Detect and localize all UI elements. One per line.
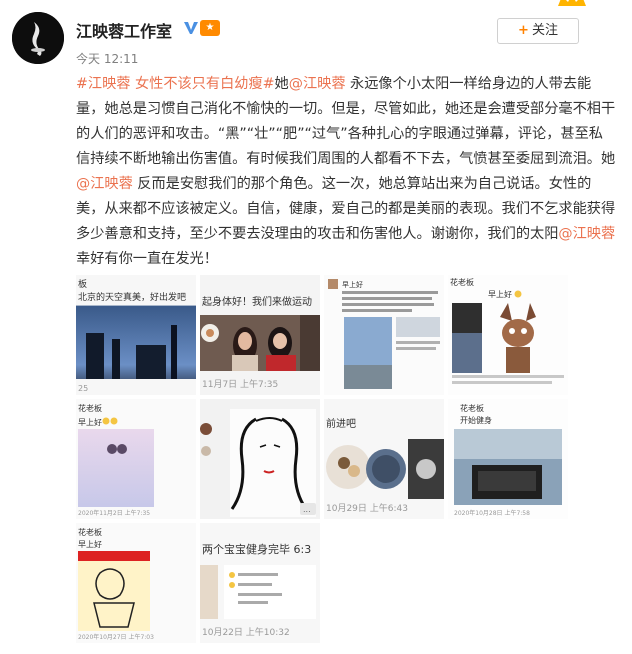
image5-caption: 早上好 bbox=[78, 417, 102, 427]
post-text-segment: 反而是安慰我们的那个角色。这一次，她总算站出来为自己说话。女性的美，从来都不应该… bbox=[76, 176, 616, 242]
post-image-9[interactable]: 花老板 早上好 2020年10月27日 上午7:03 bbox=[76, 523, 196, 643]
mention-link[interactable]: @江映蓉 bbox=[76, 176, 133, 192]
image9-caption: 早上好 bbox=[78, 539, 102, 549]
hashtag-link[interactable]: #江映蓉 女性不该只有白幼瘦# bbox=[76, 76, 275, 92]
image10-caption: 两个宝宝健身完毕 6:3 bbox=[202, 542, 311, 556]
svg-text:...: ... bbox=[303, 505, 311, 514]
post-paragraph: #江映蓉 女性不该只有白幼瘦#她@江映蓉 永远像个小太阳一样给身边的人带去能量，… bbox=[76, 72, 616, 272]
image1-caption: 北京的天空真美，好出发吧 bbox=[78, 291, 186, 303]
post-time: 今天 12:11 bbox=[76, 52, 139, 66]
image5-date: 2020年11月2日 上午7:35 bbox=[78, 509, 150, 517]
image10-date: 10月22日 上午10:32 bbox=[202, 626, 290, 638]
plus-icon: + bbox=[518, 23, 529, 38]
image1-nickname: 板 bbox=[78, 278, 87, 290]
image9-date: 2020年10月27日 上午7:03 bbox=[78, 633, 154, 641]
image9-nickname: 花老板 bbox=[78, 527, 102, 537]
post-text-segment: 她 bbox=[274, 76, 289, 92]
follow-label: 关注 bbox=[531, 23, 558, 38]
avatar[interactable] bbox=[12, 12, 64, 64]
image8-caption: 开始健身 bbox=[460, 415, 492, 425]
image4-nickname: 花老板 bbox=[450, 277, 474, 287]
image1-date: 25 bbox=[78, 384, 88, 393]
post-image-2[interactable]: 起身体好！我们来做运动 11月7日 上午7:35 bbox=[200, 275, 320, 395]
post-image-10[interactable]: 两个宝宝健身完毕 6:3 10月22日 上午10:32 bbox=[200, 523, 320, 643]
post-image-8[interactable]: 花老板 开始健身 2020年10月28日 上午7:58 bbox=[448, 399, 568, 519]
post-image-1[interactable]: 板 北京的天空真美，好出发吧 25 bbox=[76, 275, 196, 395]
image5-nickname: 花老板 bbox=[78, 403, 102, 413]
post-image-7[interactable]: 前进吧 10月29日 上午6:43 bbox=[324, 399, 444, 519]
image3-caption: 早上好 bbox=[342, 280, 363, 289]
author-name[interactable]: 江映蓉工作室 bbox=[76, 18, 172, 42]
image7-date: 10月29日 上午6:43 bbox=[326, 502, 408, 514]
verified-v-icon bbox=[184, 22, 198, 34]
image8-date: 2020年10月28日 上午7:58 bbox=[454, 509, 530, 517]
mention-link[interactable]: @江映蓉 bbox=[558, 226, 615, 242]
follow-button[interactable]: + 关注 bbox=[497, 18, 579, 44]
post-image-5[interactable]: 花老板 早上好 2020年11月2日 上午7:35 bbox=[76, 399, 196, 519]
post-image-6[interactable]: ... bbox=[200, 399, 320, 519]
mention-link[interactable]: @江映蓉 bbox=[289, 76, 346, 92]
avatar-icon bbox=[12, 12, 64, 64]
image7-caption: 前进吧 bbox=[326, 417, 356, 430]
image4-caption: 早上好 bbox=[488, 289, 512, 299]
image2-date: 11月7日 上午7:35 bbox=[202, 378, 278, 390]
vip-badge-icon: ★ bbox=[200, 20, 220, 36]
image2-caption: 起身体好！我们来做运动 bbox=[202, 295, 312, 308]
post-image-3[interactable]: 早上好 bbox=[324, 275, 444, 395]
image8-nickname: 花老板 bbox=[460, 403, 484, 413]
weibo-post: 江映蓉工作室 ★ + 关注 今天 12:11 #江映蓉 女性不该只有白幼瘦#她@江… bbox=[0, 0, 632, 654]
post-text: #江映蓉 女性不该只有白幼瘦#她@江映蓉 永远像个小太阳一样给身边的人带去能量，… bbox=[76, 72, 616, 272]
post-text-segment: 幸好有你一直在发光！ bbox=[76, 251, 218, 267]
post-image-4[interactable]: 花老板 早上好 bbox=[448, 275, 568, 395]
crown-icon bbox=[558, 0, 586, 6]
